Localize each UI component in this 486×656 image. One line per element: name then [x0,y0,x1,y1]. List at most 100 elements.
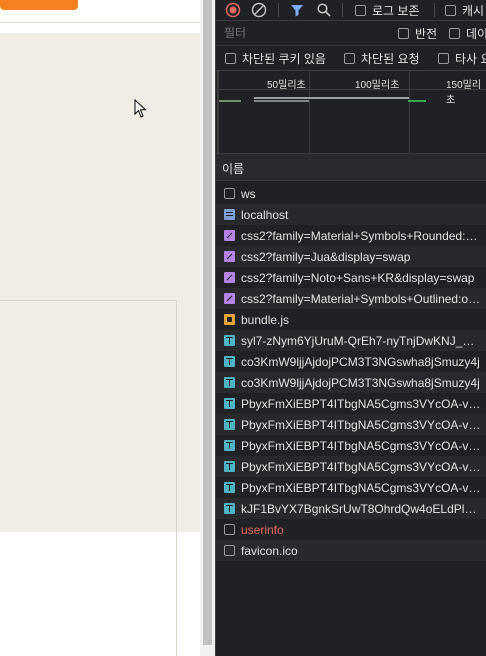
toolbar-separator [278,3,279,17]
request-name: bundle.js [241,312,290,327]
hide-data-urls-checkbox[interactable]: 데이 [449,24,486,42]
checkbox-box[interactable] [449,27,460,39]
disable-cache-label: 캐시 [462,3,485,18]
checkbox-box[interactable] [344,52,355,64]
clear-icon[interactable] [251,2,267,18]
request-row[interactable]: PbyxFmXiEBPT4ITbgNA5Cgms3VYcOA-vvnl [216,393,486,414]
web-page [0,0,200,656]
stylesheet-icon [224,272,235,283]
timeline-request-bar [408,100,426,102]
websocket-icon [224,188,235,199]
request-row[interactable]: co3KmW9ljjAjdojPCM3T3NGswha8jSmuzy4j [216,372,486,393]
request-row[interactable]: favicon.ico [216,540,486,561]
request-row[interactable]: co3KmW9ljjAjdojPCM3T3NGswha8jSmuzy4j [216,351,486,372]
request-row[interactable]: css2?family=Material+Symbols+Rounded:ops… [216,225,486,246]
request-name: css2?family=Noto+Sans+KR&display=swap [241,270,475,285]
mouse-cursor-icon [134,99,147,118]
font-icon [224,335,235,346]
disable-cache-checkbox[interactable]: 캐시 [445,1,484,19]
request-row[interactable]: css2?family=Jua&display=swap [216,246,486,267]
request-row[interactable]: userinfo [216,519,486,540]
request-options-bar: 차단된 쿠키 있음 차단된 요청 타사 요 [216,46,486,71]
content-panel [0,300,177,533]
request-name: co3KmW9ljjAjdojPCM3T3NGswha8jSmuzy4j [241,354,480,369]
third-party-label: 타사 요 [455,51,486,66]
blocked-cookies-label: 차단된 쿠키 있음 [242,51,326,66]
request-row[interactable]: localhost [216,204,486,225]
font-icon [224,440,235,451]
third-party-checkbox[interactable]: 타사 요 [438,49,486,67]
stylesheet-icon [224,230,235,241]
font-icon [224,377,235,388]
document-icon [224,209,235,220]
page-scrollbar[interactable] [200,0,215,656]
header-divider [0,22,200,23]
timeline-start-marker [217,71,219,153]
toolbar-separator [434,3,435,17]
timeline-request-bar [254,100,309,102]
preserve-log-label: 로그 보존 [372,3,420,18]
request-row[interactable]: PbyxFmXiEBPT4ITbgNA5Cgms3VYcOA-vvnl [216,456,486,477]
timeline-tick-label: 100밀리초 [355,80,400,91]
request-name: syl7-zNym6YjUruM-QrEh7-nyTnjDwKNJ_190 [241,333,481,348]
blocked-requests-checkbox[interactable]: 차단된 요청 [344,49,420,67]
name-column-header[interactable]: 이름 [222,160,244,177]
devtools-network-panel: 로그 보존 캐시 반전 데이 차단된 쿠키 있음 차단된 요청 [215,0,486,656]
request-name: co3KmW9ljjAjdojPCM3T3NGswha8jSmuzy4j [241,375,480,390]
request-row[interactable]: ws [216,183,486,204]
request-row[interactable]: css2?family=Material+Symbols+Outlined:op… [216,288,486,309]
script-icon [224,314,235,325]
record-icon[interactable] [225,2,241,18]
timeline-request-bar [254,97,409,99]
primary-button[interactable] [0,0,78,10]
checkbox-box[interactable] [355,4,366,16]
preserve-log-checkbox[interactable]: 로그 보존 [355,1,420,19]
request-name: localhost [241,207,289,222]
hide-data-urls-label: 데이 [466,26,486,41]
filter-icon[interactable] [289,2,305,18]
timeline-gridline [409,71,410,153]
stylesheet-icon [224,251,235,262]
request-name: userinfo [241,522,284,537]
timeline-request-bar [219,100,241,102]
blocked-cookies-checkbox[interactable]: 차단된 쿠키 있음 [225,49,326,67]
request-name: css2?family=Material+Symbols+Outlined:op… [241,291,481,306]
font-icon [224,398,235,409]
checkbox-box[interactable] [398,27,409,39]
filter-input[interactable] [220,24,386,42]
request-name: kJF1BvYX7BgnkSrUwT8OhrdQw4oELdPleeII [241,501,481,516]
font-icon [224,356,235,367]
timeline-overview[interactable]: 50밀리초 100밀리초 150밀리초 [216,71,486,154]
generic-file-icon [224,545,235,556]
network-toolbar: 로그 보존 캐시 [216,0,486,21]
checkbox-box[interactable] [225,52,236,64]
request-name: css2?family=Material+Symbols+Rounded:ops… [241,228,481,243]
checkbox-box[interactable] [438,52,449,64]
toolbar-separator [342,3,343,17]
page-scrollbar-thumb[interactable] [203,0,212,645]
search-icon[interactable] [316,2,332,18]
font-icon [224,503,235,514]
timeline-tick-label: 50밀리초 [267,80,306,91]
timeline-gridline [309,71,310,153]
requests-table-header[interactable]: 이름 [216,154,486,181]
request-row[interactable]: PbyxFmXiEBPT4ITbgNA5Cgms3VYcOA-vvnl [216,414,486,435]
request-row[interactable]: css2?family=Noto+Sans+KR&display=swap [216,267,486,288]
request-name: ws [241,186,256,201]
timeline-tick-label: 150밀리초 [446,80,482,106]
request-row[interactable]: kJF1BvYX7BgnkSrUwT8OhrdQw4oELdPleeII [216,498,486,519]
invert-label: 반전 [415,26,438,41]
filter-bar: 반전 데이 [216,21,486,46]
request-row[interactable]: bundle.js [216,309,486,330]
checkbox-box[interactable] [445,4,456,16]
request-row[interactable]: PbyxFmXiEBPT4ITbgNA5Cgms3VYcOA-vvnl [216,435,486,456]
request-row[interactable]: syl7-zNym6YjUruM-QrEh7-nyTnjDwKNJ_190 [216,330,486,351]
invert-checkbox[interactable]: 반전 [398,24,437,42]
font-icon [224,419,235,430]
requests-table-body: ws localhost css2?family=Material+Symbols+… [216,181,486,656]
request-row[interactable]: PbyxFmXiEBPT4ITbgNA5Cgms3VYcOA-vvnl [216,477,486,498]
page-header [0,0,200,22]
font-icon [224,482,235,493]
blocked-requests-label: 차단된 요청 [361,51,420,66]
request-name: PbyxFmXiEBPT4ITbgNA5Cgms3VYcOA-vvnl [241,459,481,474]
